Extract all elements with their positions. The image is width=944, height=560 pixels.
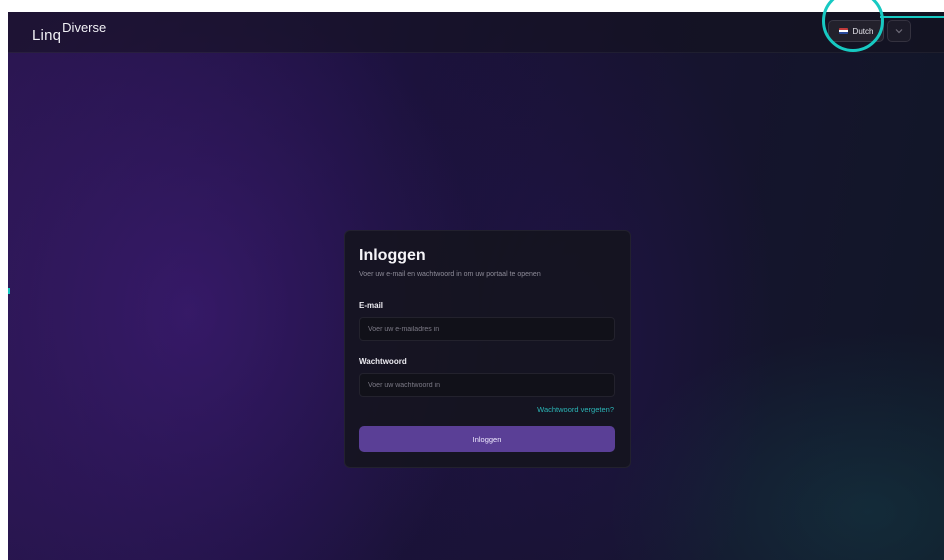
forgot-password-link[interactable]: Wachtwoord vergeten? bbox=[537, 405, 614, 414]
chevron-down-icon bbox=[895, 29, 903, 34]
password-label: Wachtwoord bbox=[359, 357, 407, 366]
language-label: Dutch bbox=[852, 26, 874, 36]
language-selector[interactable]: Dutch bbox=[828, 20, 884, 42]
top-bar: Linq Diverse Dutch bbox=[8, 12, 944, 53]
app-window: Linq Diverse Dutch Inloggen Voer uw e-ma… bbox=[8, 12, 944, 560]
language-dropdown-button[interactable] bbox=[887, 20, 911, 42]
logo-prefix: Linq bbox=[32, 27, 62, 44]
logo-suffix: Diverse bbox=[62, 20, 107, 35]
edge-marker bbox=[8, 288, 10, 294]
login-card: Inloggen Voer uw e-mail en wachtwoord in… bbox=[344, 230, 631, 468]
email-label: E-mail bbox=[359, 301, 384, 310]
password-field[interactable] bbox=[359, 373, 615, 397]
email-field[interactable] bbox=[359, 317, 615, 341]
login-subtitle: Voer uw e-mail en wachtwoord in om uw po… bbox=[359, 271, 541, 278]
netherlands-flag-icon bbox=[838, 28, 848, 34]
logo: Linq Diverse bbox=[32, 20, 106, 44]
login-button[interactable]: Inloggen bbox=[359, 426, 615, 452]
login-title: Inloggen bbox=[359, 247, 426, 264]
